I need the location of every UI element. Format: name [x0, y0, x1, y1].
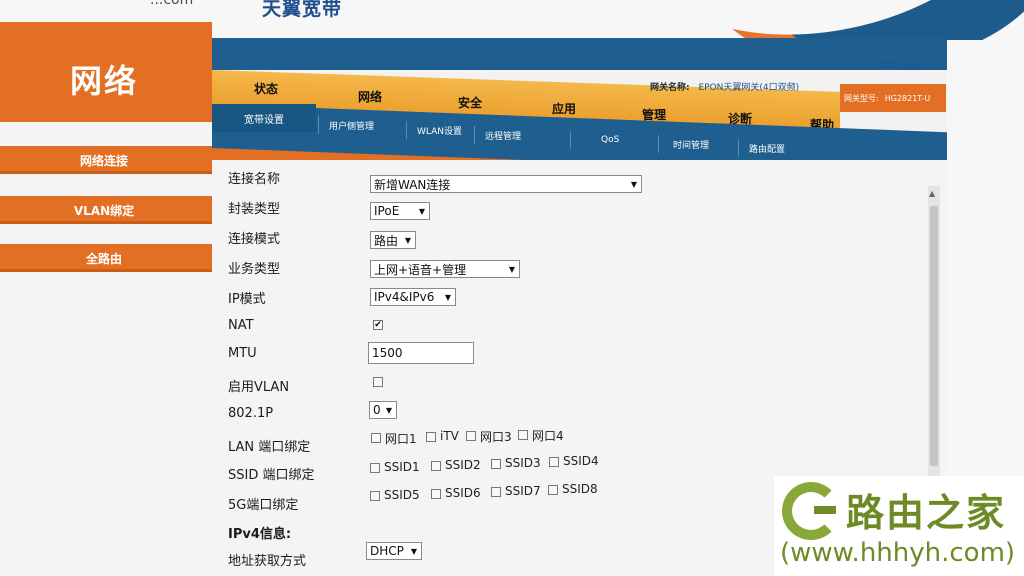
- scroll-thumb[interactable]: [930, 206, 938, 466]
- submenu-wlan[interactable]: WLAN设置: [406, 121, 462, 139]
- ssid6-checkbox[interactable]: [431, 489, 441, 499]
- vlan-checkbox[interactable]: [373, 377, 383, 387]
- nat-label: NAT: [228, 318, 254, 333]
- vlan-label: 启用VLAN: [228, 380, 290, 395]
- ssid6-label: SSID6: [445, 486, 481, 500]
- ssid5-label: SSID5: [384, 488, 420, 502]
- ssid4-label: SSID4: [563, 454, 599, 468]
- p8021-value: 0: [373, 403, 381, 417]
- watermark-url: (www.hhhyh.com): [780, 538, 1016, 568]
- lan-bind-label: LAN 端口绑定: [228, 440, 311, 455]
- mtu-label: MTU: [228, 346, 257, 361]
- chevron-down-icon: ▼: [410, 546, 417, 556]
- ipmode-label: IP模式: [228, 292, 266, 307]
- ipmode-select[interactable]: IPv4&IPv6 ▼: [370, 288, 456, 306]
- g5-bind-label: 5G端口绑定: [228, 498, 299, 513]
- lan1-label: 网口1: [385, 432, 417, 446]
- ssid7-label: SSID7: [505, 484, 541, 498]
- conn-name-select[interactable]: 新增WAN连接 ▼: [370, 175, 642, 193]
- ssid1-checkbox[interactable]: [370, 463, 380, 473]
- gateway-model: 网关型号: HG2821T-U: [840, 84, 946, 112]
- service-select[interactable]: 上网+语音+管理 ▼: [370, 260, 520, 278]
- ssid5-checkbox[interactable]: [370, 491, 380, 501]
- chevron-down-icon: ▼: [404, 235, 411, 245]
- ipmode-value: IPv4&IPv6: [374, 290, 435, 304]
- chevron-down-icon: ▼: [444, 292, 451, 302]
- header-links[interactable]: 首页 | 退出: [880, 60, 920, 71]
- watermark-title: 路由之家: [846, 491, 1007, 535]
- lan4-label: 网口4: [532, 429, 564, 443]
- submenu-qos[interactable]: QoS: [570, 131, 619, 149]
- menu-application[interactable]: 应用: [552, 100, 576, 117]
- submenu-route[interactable]: 路由配置: [738, 139, 785, 157]
- ssid3-checkbox[interactable]: [491, 459, 501, 469]
- menu-status[interactable]: 状态: [254, 80, 278, 97]
- menu-security[interactable]: 安全: [458, 94, 482, 111]
- submenu-remote[interactable]: 远程管理: [474, 126, 521, 144]
- header-bar: [212, 38, 947, 70]
- gateway-name-label: 网关名称:: [650, 83, 690, 93]
- brand-logo: 天翼宽带: [262, 0, 343, 20]
- service-value: 上网+语音+管理: [374, 262, 467, 277]
- lan4-checkbox[interactable]: [518, 430, 528, 440]
- p8021-select[interactable]: 0 ▼: [369, 401, 397, 419]
- chevron-down-icon: ▼: [630, 179, 637, 189]
- conn-name-value: 新增WAN连接: [374, 177, 451, 192]
- lan1-checkbox[interactable]: [371, 433, 381, 443]
- ssid8-label: SSID8: [562, 482, 598, 496]
- submenu-time[interactable]: 时间管理: [658, 135, 709, 153]
- mtu-input[interactable]: 1500: [368, 342, 474, 364]
- encap-value: IPoE: [374, 204, 400, 218]
- submenu-broadband[interactable]: 宽带设置: [212, 104, 316, 132]
- ssid3-label: SSID3: [505, 456, 541, 470]
- gateway-model-label: 网关型号:: [844, 93, 879, 103]
- ssid8-checkbox[interactable]: [548, 485, 558, 495]
- scroll-up-icon[interactable]: ▲: [929, 189, 935, 198]
- nat-checkbox[interactable]: ✔: [373, 320, 383, 330]
- sidebar-item-full-routing[interactable]: 全路由: [0, 244, 212, 272]
- chevron-down-icon: ▼: [508, 264, 515, 274]
- ssid7-checkbox[interactable]: [491, 487, 501, 497]
- gateway-name: 网关名称: EPON天翼网关(4口双频): [650, 80, 799, 93]
- mode-value: 路由: [374, 233, 399, 248]
- sidebar-item-vlan-binding[interactable]: VLAN绑定: [0, 196, 212, 224]
- sidebar: [0, 122, 212, 576]
- ipv4-heading: IPv4信息:: [228, 527, 292, 542]
- chevron-down-icon: ▼: [385, 405, 392, 415]
- mode-label: 连接模式: [228, 232, 281, 247]
- watermark-logo-bar: [814, 506, 836, 514]
- encap-select[interactable]: IPoE ▼: [370, 202, 430, 220]
- ssid-bind-label: SSID 端口绑定: [228, 468, 315, 483]
- ssid2-label: SSID2: [445, 458, 481, 472]
- ssid2-checkbox[interactable]: [431, 461, 441, 471]
- addr-value: DHCP: [370, 544, 404, 558]
- encap-label: 封装类型: [228, 202, 281, 217]
- lan3-checkbox[interactable]: [466, 431, 476, 441]
- menu-network[interactable]: 网络: [358, 88, 382, 105]
- sidebar-item-network-connection[interactable]: 网络连接: [0, 146, 212, 174]
- sidebar-item-label: VLAN绑定: [73, 203, 135, 218]
- sidebar-item-label: 全路由: [85, 251, 122, 266]
- ssid4-checkbox[interactable]: [549, 457, 559, 467]
- ssid1-label: SSID1: [384, 460, 420, 474]
- submenu-user-side[interactable]: 用户侧管理: [318, 116, 374, 134]
- gateway-model-value: HG2821T-U: [884, 93, 931, 103]
- sidebar-item-label: 网络连接: [79, 153, 128, 168]
- itv-checkbox[interactable]: [426, 432, 436, 442]
- service-label: 业务类型: [228, 262, 281, 277]
- brand-prefix: ...com: [150, 0, 194, 8]
- mode-select[interactable]: 路由 ▼: [370, 231, 416, 249]
- addr-label: 地址获取方式: [228, 554, 307, 569]
- chevron-down-icon: ▼: [418, 206, 425, 216]
- conn-name-label: 连接名称: [228, 172, 281, 187]
- lan3-label: 网口3: [480, 430, 512, 444]
- p8021-label: 802.1P: [228, 406, 274, 421]
- section-title: 网络: [70, 62, 139, 100]
- gateway-name-value: EPON天翼网关(4口双频): [698, 83, 800, 93]
- page-margin: [947, 40, 1024, 476]
- addr-select[interactable]: DHCP ▼: [366, 542, 422, 560]
- itv-label: iTV: [440, 429, 459, 443]
- watermark: 路由之家 (www.hhhyh.com): [774, 476, 1024, 576]
